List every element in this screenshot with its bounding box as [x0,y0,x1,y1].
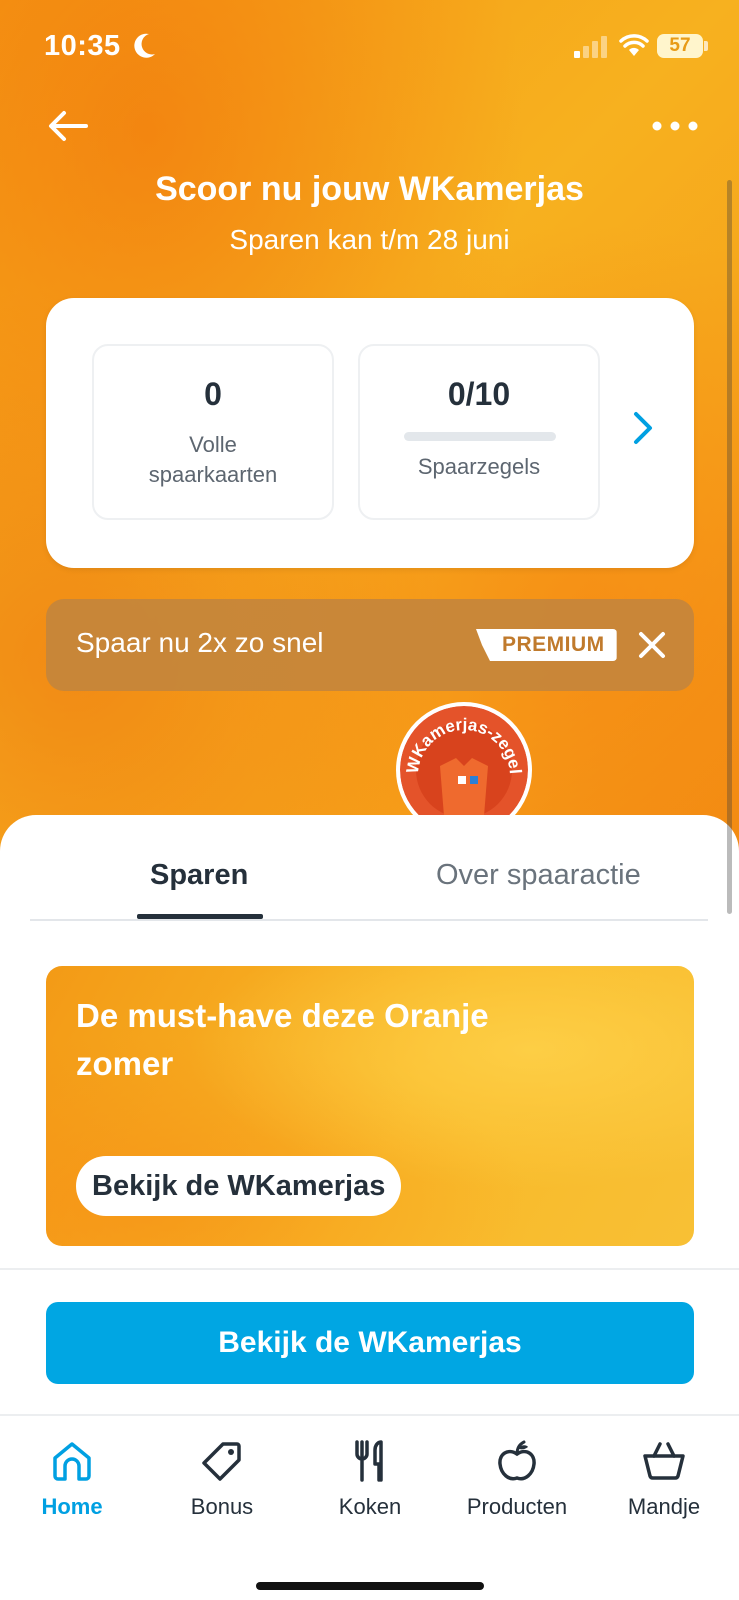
active-tab-indicator [137,914,263,919]
tag-icon [202,1442,241,1481]
stamps-progress-bar [404,432,556,441]
stamps-value: 0/10 [447,376,511,412]
more-options-icon[interactable] [650,112,700,140]
battery-icon: 57 [657,34,703,58]
full-cards-value: 0 [204,376,222,412]
apple-icon [498,1440,536,1481]
nav-label-mandje: Mandje [627,1494,701,1519]
nav-label-bonus: Bonus [190,1494,254,1519]
status-bar: 10:35 57 [0,0,739,96]
savings-card[interactable]: 0 Volle spaarkaarten 0/10 Spaarzegels [46,298,694,568]
promo-card[interactable]: De must-have deze Oranje zomer Bekijk de… [46,966,694,1246]
battery-tip [704,41,708,51]
status-time: 10:35 [44,30,121,62]
close-icon[interactable] [636,629,668,661]
tab-sparen[interactable]: Sparen [150,859,248,892]
wifi-icon [619,34,649,56]
page-title: Scoor nu jouw WKamerjas [155,170,584,208]
home-indicator [256,1582,484,1590]
view-wkamerjas-button[interactable]: Bekijk de WKamerjas [46,1302,694,1384]
stamps-stat: 0/10 Spaarzegels [358,344,600,520]
signal-icon [574,36,607,58]
cutlery-icon [355,1440,383,1482]
nav-label-koken: Koken [338,1494,402,1519]
chevron-right-icon[interactable] [628,408,658,448]
nav-item-home[interactable]: Home [12,1438,132,1520]
basket-icon [643,1442,685,1480]
nav-item-mandje[interactable]: Mandje [604,1438,724,1520]
premium-banner-text: Spaar nu 2x zo snel [76,627,324,658]
tab-bar: Sparen Over spaaractie [30,815,708,921]
stamps-label: Spaarzegels [417,454,541,479]
page-subtitle: Sparen kan t/m 28 juni [229,224,510,255]
promo-button[interactable]: Bekijk de WKamerjas [76,1156,402,1216]
nav-item-bonus[interactable]: Bonus [162,1438,282,1520]
moon-icon [134,33,155,58]
full-cards-label: Volle spaarkaarten [148,432,278,487]
nav-item-producten[interactable]: Producten [457,1438,577,1520]
nav-label-home: Home [41,1494,103,1519]
nav-item-koken[interactable]: Koken [310,1438,430,1520]
full-cards-stat: 0 Volle spaarkaarten [92,344,334,520]
nav-label-producten: Producten [466,1494,568,1519]
premium-banner[interactable]: Spaar nu 2x zo snel PREMIUM [46,599,694,691]
premium-badge: PREMIUM [476,629,617,661]
scrollbar[interactable] [727,180,732,914]
home-icon [53,1442,91,1481]
action-bar: Bekijk de WKamerjas [0,1268,739,1414]
promo-title: De must-have deze Oranje zomer [76,997,489,1082]
back-arrow-icon[interactable] [44,104,92,148]
tab-over-spaaractie[interactable]: Over spaaractie [436,859,641,892]
bottom-nav: Home Bonus Koken Producten Mandje [0,1414,739,1600]
